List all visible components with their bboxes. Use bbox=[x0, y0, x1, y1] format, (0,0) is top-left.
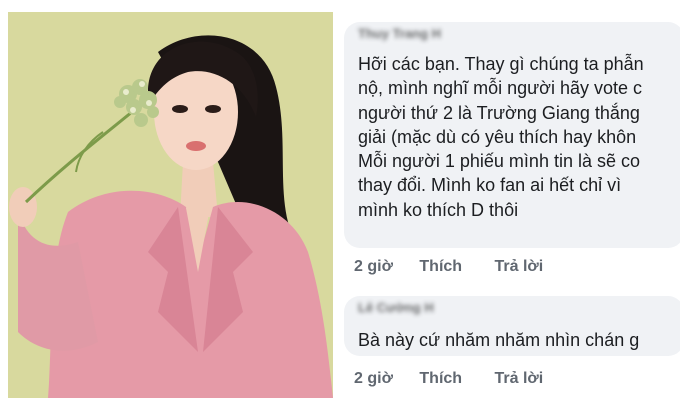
comment-author[interactable]: Lê Cường H bbox=[358, 300, 434, 315]
comment-timestamp[interactable]: 2 giờ bbox=[354, 370, 393, 388]
comment-author[interactable]: Thuy Trang H bbox=[358, 26, 441, 41]
comment-bubble: Thuy Trang H Hỡi các bạn. Thay gì chúng … bbox=[344, 22, 680, 248]
comment-actions: 2 giờ Thích Trả lời bbox=[354, 370, 543, 390]
comment-thread: Thuy Trang H Hỡi các bạn. Thay gì chúng … bbox=[340, 0, 680, 408]
reply-button[interactable]: Trả lời bbox=[495, 258, 544, 276]
comment-actions: 2 giờ Thích Trả lời bbox=[354, 258, 543, 278]
portrait-illustration bbox=[8, 12, 333, 398]
comment-text: Bà này cứ nhăm nhăm nhìn chán g bbox=[358, 330, 640, 350]
like-button[interactable]: Thích bbox=[419, 370, 462, 388]
comment-bubble: Lê Cường H Bà này cứ nhăm nhăm nhìn chán… bbox=[344, 296, 680, 356]
comment-timestamp[interactable]: 2 giờ bbox=[354, 258, 393, 276]
portrait-photo bbox=[8, 12, 333, 398]
reply-button[interactable]: Trả lời bbox=[495, 370, 544, 388]
like-button[interactable]: Thích bbox=[419, 258, 462, 276]
comment-text: Hỡi các bạn. Thay gì chúng ta phẫn nộ, m… bbox=[358, 54, 644, 220]
